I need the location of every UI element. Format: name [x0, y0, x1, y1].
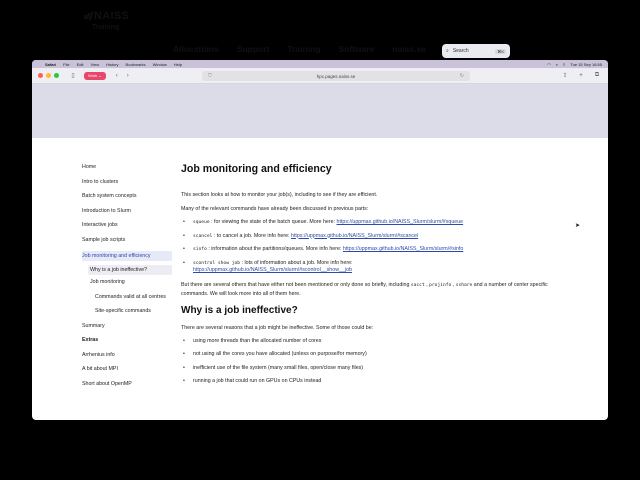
cmd-desc: : lots of information about a job. More …	[240, 259, 353, 266]
section-heading-why: Why is a job ineffective?	[181, 304, 298, 316]
link-squeue[interactable]: https://uppmax.github.io/NAISS_Slurm/slu…	[337, 219, 464, 225]
others-text-a: But there are several others that have e…	[181, 281, 411, 288]
others-paragraph: But there are several others that have e…	[181, 281, 565, 298]
sidebar-subitem-job-monitoring[interactable]: Job monitoring	[90, 279, 172, 285]
sidebar-item-job-monitoring[interactable]: Job monitoring and efficiency	[82, 251, 172, 261]
site-nav: Allocations Support Training Software na…	[173, 44, 444, 54]
main-content: Job monitoring and efficiency This secti…	[181, 163, 565, 420]
list-item: scontrol show job : lots of information …	[181, 260, 565, 275]
nav-software[interactable]: Software	[338, 44, 374, 54]
wifi-icon[interactable]: ◠	[547, 62, 551, 67]
address-bar[interactable]: ⛉ hpc.pages.naiss.se ↻	[202, 71, 470, 81]
list-item: sinfo : information about the partitions…	[181, 246, 565, 254]
site-search[interactable]: ⌕ Search ⌘K	[442, 44, 510, 58]
chevron-down-icon: ⌄	[97, 73, 102, 78]
link-scancel[interactable]: https://uppmax.github.io/NAISS_Slurm/slu…	[291, 233, 418, 239]
url-text: hpc.pages.naiss.se	[316, 73, 356, 79]
page-title: Job monitoring and efficiency	[181, 163, 332, 175]
intro-paragraph: This section looks at how to monitor you…	[181, 192, 378, 198]
reasons-list: using more threads than the allocated nu…	[181, 338, 565, 386]
toolbar-right: ⇪ + ⧉	[554, 71, 602, 80]
menu-history[interactable]: History	[106, 62, 118, 67]
share-icon[interactable]: ⇪	[560, 71, 570, 80]
menu-view[interactable]: View	[90, 62, 99, 67]
sidebar-subitem-why-ineffective[interactable]: Why is a job ineffective?	[88, 265, 172, 275]
sidebar-toggle-icon[interactable]: ▯	[68, 71, 78, 80]
list-item: using more threads than the allocated nu…	[181, 338, 565, 346]
sidebar-item-intro-slurm[interactable]: Introduction to Slurm	[82, 208, 172, 214]
close-window-button[interactable]	[38, 73, 43, 78]
nav-support[interactable]: Support	[237, 44, 270, 54]
sidebar-item-arrhenius[interactable]: Arrhenius info	[82, 352, 172, 358]
command-list: squeue : for viewing the state of the ba…	[181, 219, 565, 275]
logo-text: NAISS	[94, 10, 130, 22]
reload-icon[interactable]: ↻	[460, 73, 464, 79]
link-sinfo[interactable]: https://uppmax.github.io/NAISS_Slurm/slu…	[343, 246, 463, 252]
code-projinfo: projinfo	[429, 282, 452, 288]
logo-mark: NAISS	[83, 10, 130, 22]
sidebar-item-batch-concepts[interactable]: Batch system concepts	[82, 193, 172, 199]
zoom-window-button[interactable]	[54, 73, 59, 78]
back-icon[interactable]: ‹	[112, 71, 122, 80]
control-center-icon[interactable]: ≡	[563, 62, 565, 67]
macos-menubar: Safari File Edit View History Bookmarks …	[32, 60, 608, 68]
sidebar-item-sample-scripts[interactable]: Sample job scripts	[82, 237, 172, 243]
tab-overview-icon[interactable]: ⧉	[592, 71, 602, 80]
code-squeue: squeue	[193, 220, 210, 225]
naiss-bars-icon	[83, 12, 94, 20]
list-item: running a job that could run on GPUs on …	[181, 378, 565, 386]
logo-subtitle: Training	[92, 24, 120, 31]
menu-edit[interactable]: Edit	[77, 62, 84, 67]
sidebar-item-summary[interactable]: Summary	[82, 323, 172, 329]
reasons-intro: There are several reasons that a job mig…	[181, 324, 374, 331]
menu-bookmarks[interactable]: Bookmarks	[126, 62, 146, 67]
list-item: not using all the cores you have allocat…	[181, 351, 565, 359]
code-scontrol: scontrol show job	[193, 260, 241, 266]
code-sshare: sshare	[455, 282, 473, 288]
profile-button[interactable]: Work ⌄	[84, 71, 106, 80]
search-icon[interactable]: ⌕	[556, 62, 558, 67]
cmd-desc: : for viewing the state of the batch que…	[209, 219, 337, 225]
search-icon: ⌕	[446, 48, 449, 54]
menu-window[interactable]: Window	[153, 62, 167, 67]
menu-help[interactable]: Help	[174, 62, 182, 67]
search-placeholder: Search	[452, 48, 469, 54]
sidebar-item-mpi[interactable]: A bit about MPI	[82, 366, 172, 372]
list-item: inefficient use of the file system (many…	[181, 365, 565, 373]
link-scontrol[interactable]: https://uppmax.github.io/NAISS_Slurm/slu…	[193, 267, 352, 273]
new-tab-icon[interactable]: +	[576, 71, 586, 80]
sidebar-item-interactive-jobs[interactable]: Interactive jobs	[82, 222, 172, 228]
menu-file[interactable]: File	[63, 62, 69, 67]
profile-label: Work	[88, 73, 98, 78]
menu-app-safari[interactable]: Safari	[45, 62, 56, 67]
sidebar: Home Intro to clusters Batch system conc…	[82, 164, 172, 421]
privacy-shield-icon: ⛉	[208, 73, 212, 79]
sidebar-item-intro-clusters[interactable]: Intro to clusters	[82, 179, 172, 185]
clock[interactable]: Tue 15 Sep 16:55	[570, 62, 602, 67]
minimize-window-button[interactable]	[46, 73, 51, 78]
sidebar-item-home[interactable]: Home	[82, 164, 172, 170]
safari-toolbar: ▯ Work ⌄ ‹ › ⛉ hpc.pages.naiss.se ↻ ⇪ + …	[32, 68, 608, 84]
menubar-status: ◠ ⌕ ≡ Tue 15 Sep 16:55	[542, 62, 602, 67]
search-shortcut: ⌘K	[495, 48, 506, 54]
cmd-desc: : information about the partitions/queue…	[206, 246, 343, 252]
code-sacct: sacct	[410, 282, 425, 288]
list-item: squeue : for viewing the state of the ba…	[181, 219, 565, 227]
sidebar-subsub-commands-all[interactable]: Commands valid at all centres	[95, 294, 172, 300]
cmd-desc: : to cancel a job. More info here:	[212, 232, 291, 239]
code-sinfo: sinfo	[193, 247, 207, 252]
sidebar-section-extras: Extras	[82, 337, 99, 343]
nav-allocations[interactable]: Allocations	[173, 44, 219, 54]
code-scancel: scancel	[193, 233, 213, 239]
sidebar-item-openmp[interactable]: Short about OpenMP	[82, 381, 172, 387]
nav-training[interactable]: Training	[287, 44, 320, 54]
naiss-logo[interactable]: NAISS Training	[83, 10, 130, 31]
forward-icon[interactable]: ›	[123, 71, 133, 80]
intro-paragraph-2: Many of the relevant commands have alrea…	[181, 206, 369, 212]
sidebar-subsub-site-specific[interactable]: Site-specific commands	[95, 308, 172, 314]
nav-naiss-se[interactable]: naiss.se	[392, 44, 426, 54]
mouse-cursor-icon: ➤	[575, 223, 581, 229]
site-header	[32, 84, 608, 138]
list-item: scancel : to cancel a job. More info her…	[181, 233, 565, 241]
